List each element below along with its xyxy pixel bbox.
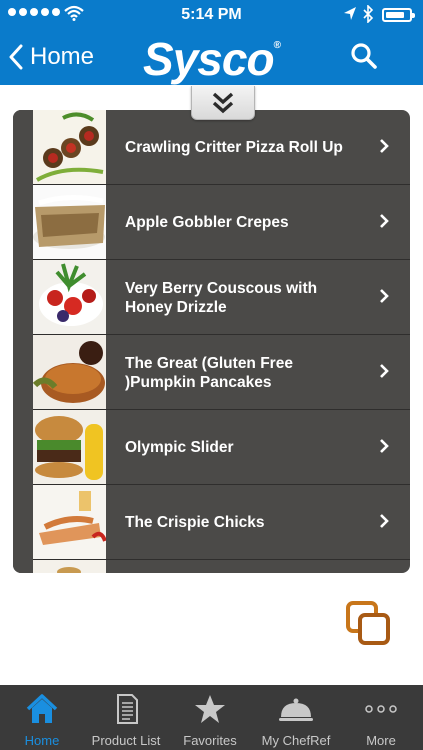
list-item-title: Olympic Slider (125, 439, 234, 456)
tab-my-chefref[interactable]: My ChefRef (254, 685, 338, 750)
tab-product-list[interactable]: Product List (84, 685, 168, 750)
chevron-right-icon (380, 364, 389, 378)
chevron-right-icon (380, 139, 389, 153)
document-icon (117, 694, 138, 724)
chevron-right-icon (380, 439, 389, 453)
recipe-thumbnail (33, 110, 106, 184)
list-item-title: Very Berry Couscous with Honey Drizzle (125, 279, 318, 316)
recipe-thumbnail (33, 335, 106, 409)
location-icon (344, 7, 356, 20)
double-chevron-down-icon (212, 92, 234, 113)
list-item[interactable]: The Great (Gluten Free )Pumpkin Pancakes (13, 335, 410, 410)
status-time: 5:14 PM (181, 6, 242, 23)
battery-icon (382, 8, 415, 22)
list-item[interactable]: Crawling Critter Pizza Roll Up (13, 110, 410, 185)
overlay-windows-icon[interactable] (345, 600, 391, 646)
tab-home[interactable]: Home (0, 685, 84, 750)
star-icon (195, 695, 225, 723)
tab-label: More (366, 733, 396, 748)
more-icon (365, 705, 397, 713)
list-item-partial[interactable] (13, 560, 410, 573)
list-item[interactable]: Very Berry Couscous with Honey Drizzle (13, 260, 410, 335)
chevron-right-icon (380, 514, 389, 528)
list-item-title: The Crispie Chicks (125, 514, 265, 531)
recipe-list: Crawling Critter Pizza Roll Up Apple Gob… (13, 110, 410, 573)
list-item[interactable]: Apple Gobbler Crepes (13, 185, 410, 260)
tab-more[interactable]: More (339, 685, 423, 750)
chevron-right-icon (380, 214, 389, 228)
recipe-thumbnail (33, 560, 106, 573)
bluetooth-icon (363, 5, 374, 23)
tab-bar: Home Product List Favorites My ChefRef M… (0, 685, 423, 750)
search-icon[interactable] (349, 41, 379, 71)
tab-favorites[interactable]: Favorites (168, 685, 252, 750)
chevron-right-icon (380, 289, 389, 303)
registered-mark: ® (273, 40, 281, 51)
home-icon (26, 694, 58, 723)
recipe-thumbnail (33, 185, 106, 259)
logo-text: Sysco (143, 33, 275, 85)
collapse-tab-button[interactable] (191, 86, 255, 120)
list-item-title: The Great (Gluten Free )Pumpkin Pancakes (125, 354, 293, 391)
recipe-thumbnail (33, 485, 106, 559)
recipe-thumbnail (33, 260, 106, 334)
list-item[interactable]: Olympic Slider (13, 410, 410, 485)
navigation-bar: Home Sysco® (0, 30, 423, 85)
recipe-thumbnail (33, 410, 106, 484)
list-item[interactable]: The Crispie Chicks (13, 485, 410, 560)
list-item-title: Crawling Critter Pizza Roll Up (125, 139, 343, 156)
list-item-title: Apple Gobbler Crepes (125, 214, 289, 231)
status-bar: 5:14 PM (0, 0, 423, 30)
cloche-icon (279, 698, 313, 721)
